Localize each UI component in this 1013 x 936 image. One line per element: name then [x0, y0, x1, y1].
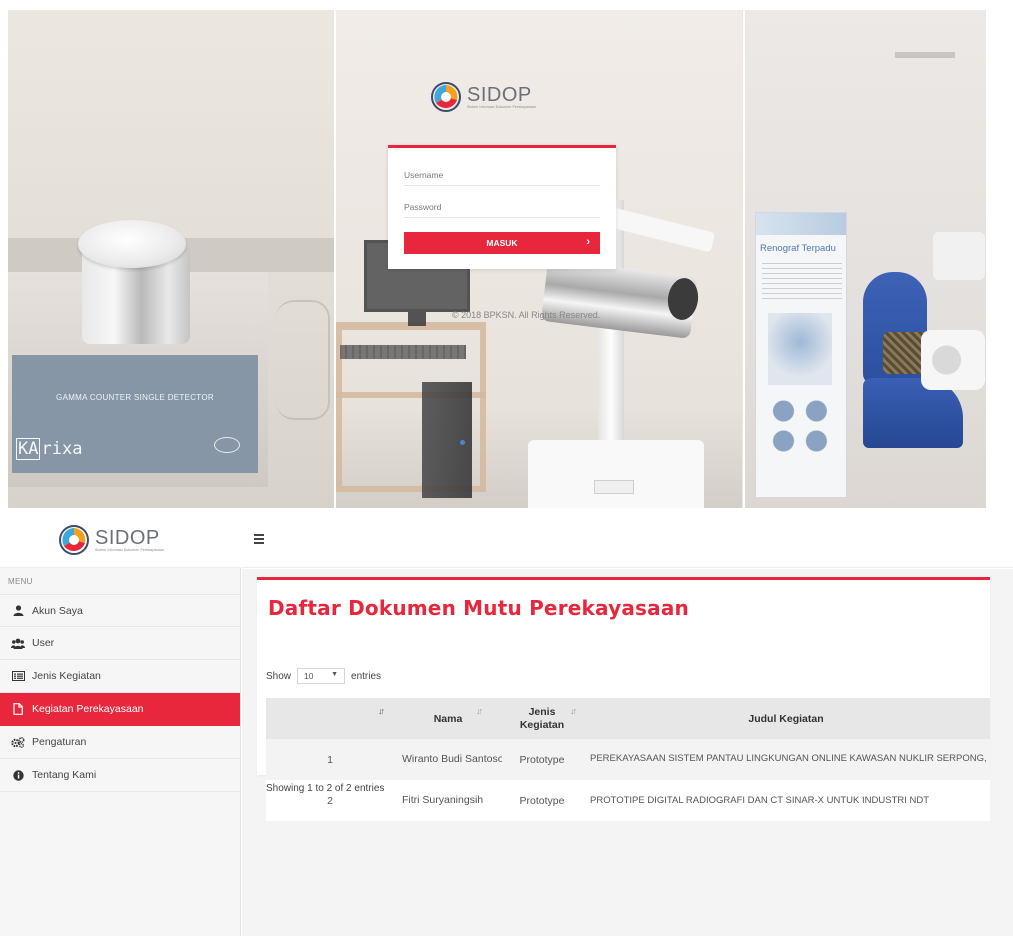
user-icon: [11, 604, 25, 618]
column-header-judul-kegiatan[interactable]: Judul Kegiatan: [582, 698, 990, 739]
table-row[interactable]: 1 Wiranto Budi Santoso Prototype PEREKAY…: [266, 739, 990, 780]
sidebar-item-label: Jenis Kegiatan: [32, 670, 101, 682]
column-header-label: Nama: [433, 712, 463, 725]
cell-jenis: Prototype: [502, 739, 582, 780]
sort-icon: ↓↑: [570, 706, 577, 716]
xray-base: [528, 440, 704, 508]
sidebar: SIDOP Sistem Informasi Dokumen Perekayas…: [0, 512, 241, 936]
sidop-logo-icon: [57, 523, 91, 557]
login-form: Username Password MASUK ›: [388, 145, 616, 269]
sidebar-item-label: Kegiatan Perekayasaan: [32, 703, 144, 715]
sidebar-item-label: Tentang Kami: [32, 769, 97, 781]
top-navbar: [242, 512, 1013, 568]
entries-select-value: 10: [304, 671, 314, 681]
column-header-nama[interactable]: Nama ↓↑: [394, 698, 502, 739]
table-header-row: ↓↑ Nama ↓↑ Jenis Kegiatan ↓↑ Judul Kegia…: [266, 698, 990, 739]
device-label-plate: GAMMA COUNTER SINGLE DETECTOR KA rixa: [12, 355, 258, 473]
caret-down-icon: ▼: [331, 671, 339, 678]
hamburger-menu-icon[interactable]: [254, 534, 264, 544]
table-info: Showing 1 to 2 of 2 entries: [266, 783, 385, 794]
cell-jenis: Prototype: [502, 780, 582, 821]
login-brand-subtitle: Sistem Informasi Dokumen Perekayasaan: [467, 104, 537, 109]
entries-select[interactable]: 10 ▼: [297, 668, 346, 684]
cell-judul: PROTOTIPE DIGITAL RADIOGRAFI DAN CT SINA…: [582, 780, 990, 821]
power-button-graphic: [214, 437, 240, 453]
login-screen: GAMMA COUNTER SINGLE DETECTOR KA rixa © 2…: [8, 10, 986, 508]
entries-length-control: Show 10 ▼ entries: [266, 668, 381, 684]
sidebar-menu: Akun Saya User Jenis Kegiatan Kegiatan P…: [0, 594, 240, 792]
login-logo: SIDOP Sistem Informasi Dokumen Perekayas…: [429, 80, 536, 114]
sidebar-item-label: User: [32, 637, 55, 649]
cogs-icon: [11, 735, 25, 749]
photo-renograf: Renograf Terpadu: [745, 10, 986, 508]
sidebar-logo[interactable]: SIDOP Sistem Informasi Dokumen Perekayas…: [57, 523, 164, 557]
device-logo-rest: rixa: [41, 439, 83, 459]
column-header-no[interactable]: ↓↑: [266, 698, 394, 739]
copyright-text: © 2018 BPKSN. All Rights Reserved.: [452, 310, 601, 320]
cable: [276, 300, 330, 420]
list-icon: [11, 669, 25, 683]
sidebar-item-pengaturan[interactable]: Pengaturan: [0, 726, 240, 759]
sort-icon: ↓↑: [476, 706, 483, 716]
keyboard: [340, 345, 466, 359]
users-icon: [11, 636, 25, 650]
login-button[interactable]: MASUK ›: [404, 232, 600, 254]
sidebar-item-tentang-kami[interactable]: Tentang Kami: [0, 759, 240, 792]
sidebar-brand-subtitle: Sistem Informasi Dokumen Perekayasaan: [95, 547, 165, 552]
page-title: Daftar Dokumen Mutu Perekayasaan: [268, 596, 689, 620]
sidebar-item-akun-saya[interactable]: Akun Saya: [0, 594, 240, 627]
cell-no: 1: [266, 739, 394, 780]
device-logo: KA rixa: [16, 438, 83, 460]
pc-led: [460, 440, 465, 445]
monitor-stand: [408, 312, 426, 326]
entries-label: entries: [351, 670, 382, 682]
sidebar-item-user[interactable]: User: [0, 627, 240, 660]
banner-illustration: [768, 313, 832, 385]
banner-circles: [766, 393, 836, 453]
column-header-jenis-kegiatan[interactable]: Jenis Kegiatan ↓↑: [502, 698, 582, 739]
device-logo-box: KA: [16, 438, 41, 460]
sidebar-brand: SIDOP Sistem Informasi Dokumen Perekayas…: [0, 512, 241, 568]
renograf-banner: Renograf Terpadu: [755, 212, 847, 498]
photo-gamma-counter: GAMMA COUNTER SINGLE DETECTOR KA rixa: [8, 10, 334, 508]
detector-cap: [78, 220, 186, 268]
sidebar-item-jenis-kegiatan[interactable]: Jenis Kegiatan: [0, 660, 240, 693]
device-label-text: GAMMA COUNTER SINGLE DETECTOR: [56, 393, 214, 402]
sidebar-item-kegiatan-perekayasaan[interactable]: Kegiatan Perekayasaan: [0, 693, 240, 726]
cell-nama: Wiranto Budi Santoso: [394, 739, 502, 780]
sidebar-item-label: Akun Saya: [32, 604, 83, 617]
documents-table: ↓↑ Nama ↓↑ Jenis Kegiatan ↓↑ Judul Kegia…: [266, 698, 990, 821]
show-label: Show: [266, 670, 292, 682]
sort-asc-icon: ↓↑: [378, 706, 385, 716]
username-input[interactable]: Username: [404, 162, 600, 186]
banner-header: [756, 213, 846, 235]
sidebar-item-label: Pengaturan: [32, 736, 87, 748]
banner-title: Renograf Terpadu: [760, 243, 836, 254]
renograf-detector: [921, 330, 985, 390]
file-icon: [11, 702, 25, 716]
info-icon: [11, 768, 25, 782]
column-header-label: Judul Kegiatan: [748, 712, 824, 725]
login-button-label: MASUK: [486, 238, 518, 248]
banner-text-lines: [762, 263, 842, 303]
renograf-arm: [933, 232, 985, 280]
ceiling-light: [895, 52, 955, 58]
login-brand-name: SIDOP: [467, 83, 532, 106]
column-header-label: Jenis Kegiatan: [519, 705, 565, 731]
cell-judul: PEREKAYASAAN SISTEM PANTAU LINGKUNGAN ON…: [582, 739, 990, 780]
xray-base-slot: [594, 480, 634, 494]
cell-nama: Fitri Suryaningsih: [394, 780, 502, 821]
chevron-right-icon: ›: [586, 236, 590, 248]
sidop-logo-icon: [429, 80, 463, 114]
menu-heading: MENU: [8, 577, 33, 586]
password-input[interactable]: Password: [404, 194, 600, 218]
sidebar-brand-name: SIDOP: [95, 526, 160, 549]
